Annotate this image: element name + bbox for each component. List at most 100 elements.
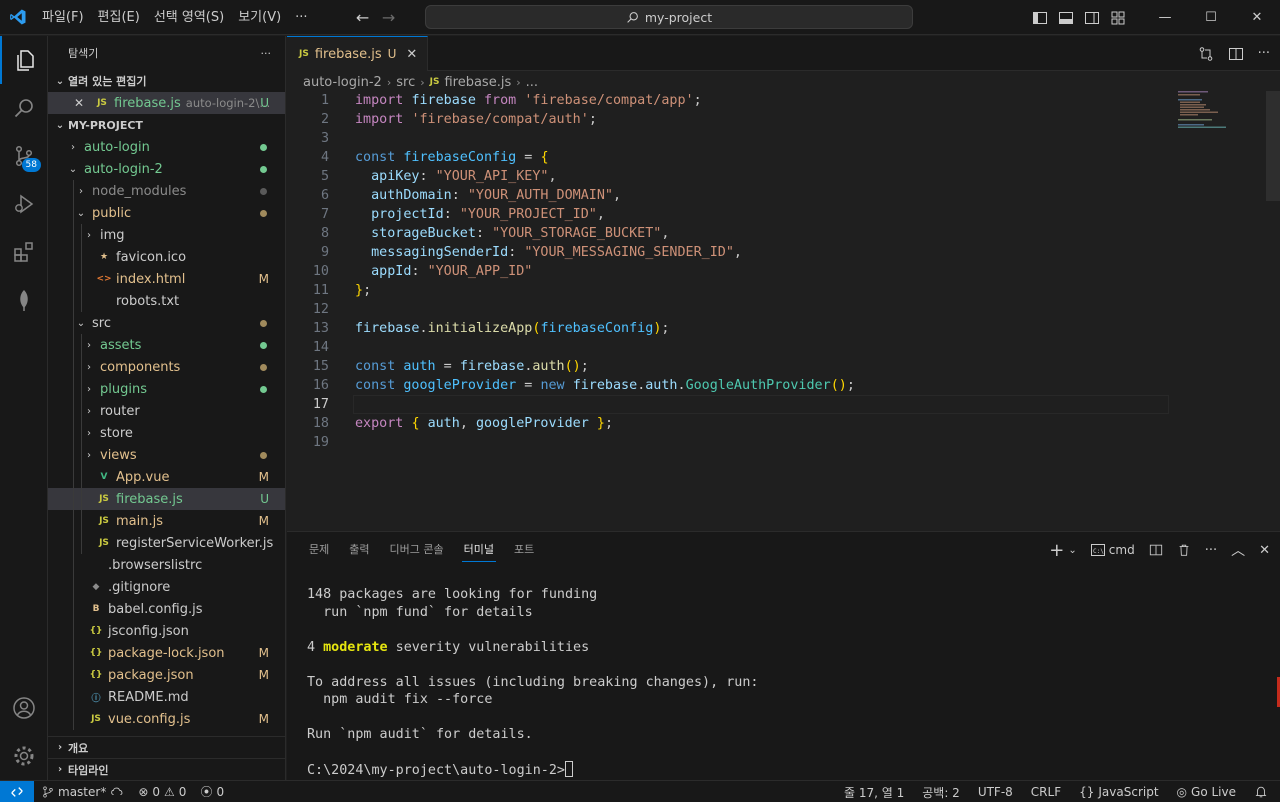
split-terminal-icon[interactable] [1149, 543, 1163, 557]
file-item[interactable]: {} package.json M [48, 664, 285, 686]
file-item[interactable]: JS main.js M [48, 510, 285, 532]
file-item[interactable]: robots.txt [48, 290, 285, 312]
more-actions-icon[interactable]: ··· [1205, 543, 1217, 558]
code-token: ; [363, 283, 372, 298]
folder-item[interactable]: ⌄ public [48, 202, 285, 224]
file-item[interactable]: <> index.html M [48, 268, 285, 290]
open-editors-section[interactable]: ⌄ 열려 있는 편집기 [48, 70, 285, 92]
branch-indicator[interactable]: master* [42, 785, 124, 799]
file-item[interactable]: JS vue.config.js M [48, 708, 285, 730]
command-center[interactable]: my-project [425, 5, 913, 29]
maximize-icon[interactable]: ☐ [1188, 10, 1234, 25]
folder-item[interactable]: ⌄ src [48, 312, 285, 334]
close-panel-icon[interactable]: ✕ [1259, 543, 1270, 558]
trash-icon[interactable] [1177, 543, 1191, 557]
more-actions-icon[interactable]: ··· [261, 47, 272, 60]
minimize-icon[interactable]: — [1142, 10, 1188, 25]
folder-item[interactable]: › auto-login [48, 136, 285, 158]
run-debug-activity[interactable] [0, 180, 48, 228]
folder-item[interactable]: › plugins [48, 378, 285, 400]
panel-tab[interactable]: 터미널 [454, 532, 504, 568]
language-mode[interactable]: {} JavaScript [1079, 785, 1158, 799]
breadcrumb-item[interactable]: firebase.js [444, 75, 511, 90]
code-text: messagingSenderId: "YOUR_MESSAGING_SENDE… [355, 243, 742, 262]
panel-tab[interactable]: 문제 [299, 532, 339, 568]
chevron-right-icon: › [87, 339, 91, 351]
explorer-activity[interactable] [0, 36, 48, 84]
menu-item[interactable]: 파일(F) [35, 0, 91, 35]
file-item[interactable]: Bbabel.config.js [48, 598, 285, 620]
new-terminal-icon[interactable]: + [1049, 540, 1064, 561]
notifications-bell-icon[interactable] [1254, 785, 1268, 799]
chevron-down-icon[interactable]: ⌄ [1068, 545, 1076, 556]
minimap[interactable] [1178, 91, 1258, 151]
file-item[interactable]: {} jsconfig.json [48, 620, 285, 642]
extensions-icon [14, 242, 33, 262]
folder-item[interactable]: › views [48, 444, 285, 466]
toggle-secondary-sidebar-icon[interactable] [1084, 10, 1100, 26]
folder-item[interactable]: › node_modules [48, 180, 285, 202]
split-editor-icon[interactable] [1228, 46, 1244, 62]
terminal-output[interactable]: 148 packages are looking for funding run… [307, 586, 758, 779]
file-item[interactable]: ★ favicon.ico [48, 246, 285, 268]
extensions-activity[interactable] [0, 228, 48, 276]
manage-activity[interactable] [0, 732, 48, 780]
line-ending[interactable]: CRLF [1031, 785, 1061, 799]
close-icon[interactable]: ✕ [74, 96, 90, 110]
code-editor[interactable]: 1 import firebase from 'firebase/compat/a… [287, 91, 1177, 452]
indentation[interactable]: 공백: 2 [922, 784, 960, 801]
menu-item[interactable]: ··· [288, 0, 314, 35]
folder-item[interactable]: › store [48, 422, 285, 444]
panel-tab[interactable]: 포트 [504, 532, 544, 568]
go-live-button[interactable]: ◎ Go Live [1177, 785, 1236, 799]
file-item[interactable]: {} package-lock.json M [48, 642, 285, 664]
tab-firebase-js[interactable]: JS firebase.js U ✕ [287, 36, 429, 71]
file-item[interactable]: JS firebase.js U [48, 488, 285, 510]
file-item[interactable]: ◆ .gitignore [48, 576, 285, 598]
cursor-position[interactable]: 줄 17, 열 1 [844, 784, 904, 801]
project-section[interactable]: ⌄ MY-PROJECT [48, 114, 285, 136]
open-editor-item[interactable]: ✕ JS firebase.js auto-login-2\... U [48, 92, 285, 114]
menu-item[interactable]: 선택 영역(S) [147, 0, 231, 35]
forward-arrow-icon[interactable]: → [381, 8, 397, 27]
timeline-section[interactable]: › 타임라인 [48, 758, 286, 780]
back-arrow-icon[interactable]: ← [355, 8, 371, 27]
breadcrumb-item[interactable]: ... [526, 75, 538, 90]
menu-item[interactable]: 보기(V) [231, 0, 288, 35]
breadcrumb-item[interactable]: src [396, 75, 415, 90]
indent-guide [81, 532, 82, 554]
accounts-activity[interactable] [0, 684, 48, 732]
remote-indicator[interactable] [0, 780, 34, 802]
problems-indicator[interactable]: ⊗ 0 ⚠ 0 [138, 785, 186, 799]
file-item[interactable]: .browserslistrc [48, 554, 285, 576]
close-window-icon[interactable]: ✕ [1234, 10, 1280, 25]
close-icon[interactable]: ✕ [406, 47, 417, 62]
toggle-panel-icon[interactable] [1058, 10, 1074, 26]
scrollbar-thumb[interactable] [1266, 91, 1280, 201]
terminal-selector[interactable]: C:\ cmd [1090, 543, 1135, 557]
file-item[interactable]: ⓘ README.md [48, 686, 285, 708]
folder-item[interactable]: › img [48, 224, 285, 246]
encoding[interactable]: UTF-8 [978, 785, 1013, 799]
panel-tab[interactable]: 디버그 콘솔 [380, 532, 454, 568]
mongodb-activity[interactable] [0, 276, 48, 324]
customize-layout-icon[interactable] [1110, 10, 1126, 26]
file-item[interactable]: V App.vue M [48, 466, 285, 488]
editor-scrollbar[interactable] [1266, 91, 1280, 530]
compare-changes-icon[interactable] [1198, 46, 1214, 62]
panel-tab[interactable]: 출력 [339, 532, 379, 568]
chevron-up-icon[interactable]: ︿ [1231, 540, 1245, 560]
search-activity[interactable] [0, 84, 48, 132]
breadcrumb-item[interactable]: auto-login-2 [303, 75, 382, 90]
folder-item[interactable]: › assets [48, 334, 285, 356]
folder-item[interactable]: ⌄ auto-login-2 [48, 158, 285, 180]
file-item[interactable]: JS registerServiceWorker.js [48, 532, 285, 554]
menu-item[interactable]: 편집(E) [91, 0, 147, 35]
toggle-primary-sidebar-icon[interactable] [1032, 10, 1048, 26]
source-control-activity[interactable]: 58 [0, 132, 48, 180]
ports-indicator[interactable]: ⦿ 0 [200, 783, 224, 800]
more-actions-icon[interactable]: ··· [1258, 46, 1270, 61]
outline-section[interactable]: › 개요 [48, 736, 286, 758]
folder-item[interactable]: › components [48, 356, 285, 378]
folder-item[interactable]: › router [48, 400, 285, 422]
